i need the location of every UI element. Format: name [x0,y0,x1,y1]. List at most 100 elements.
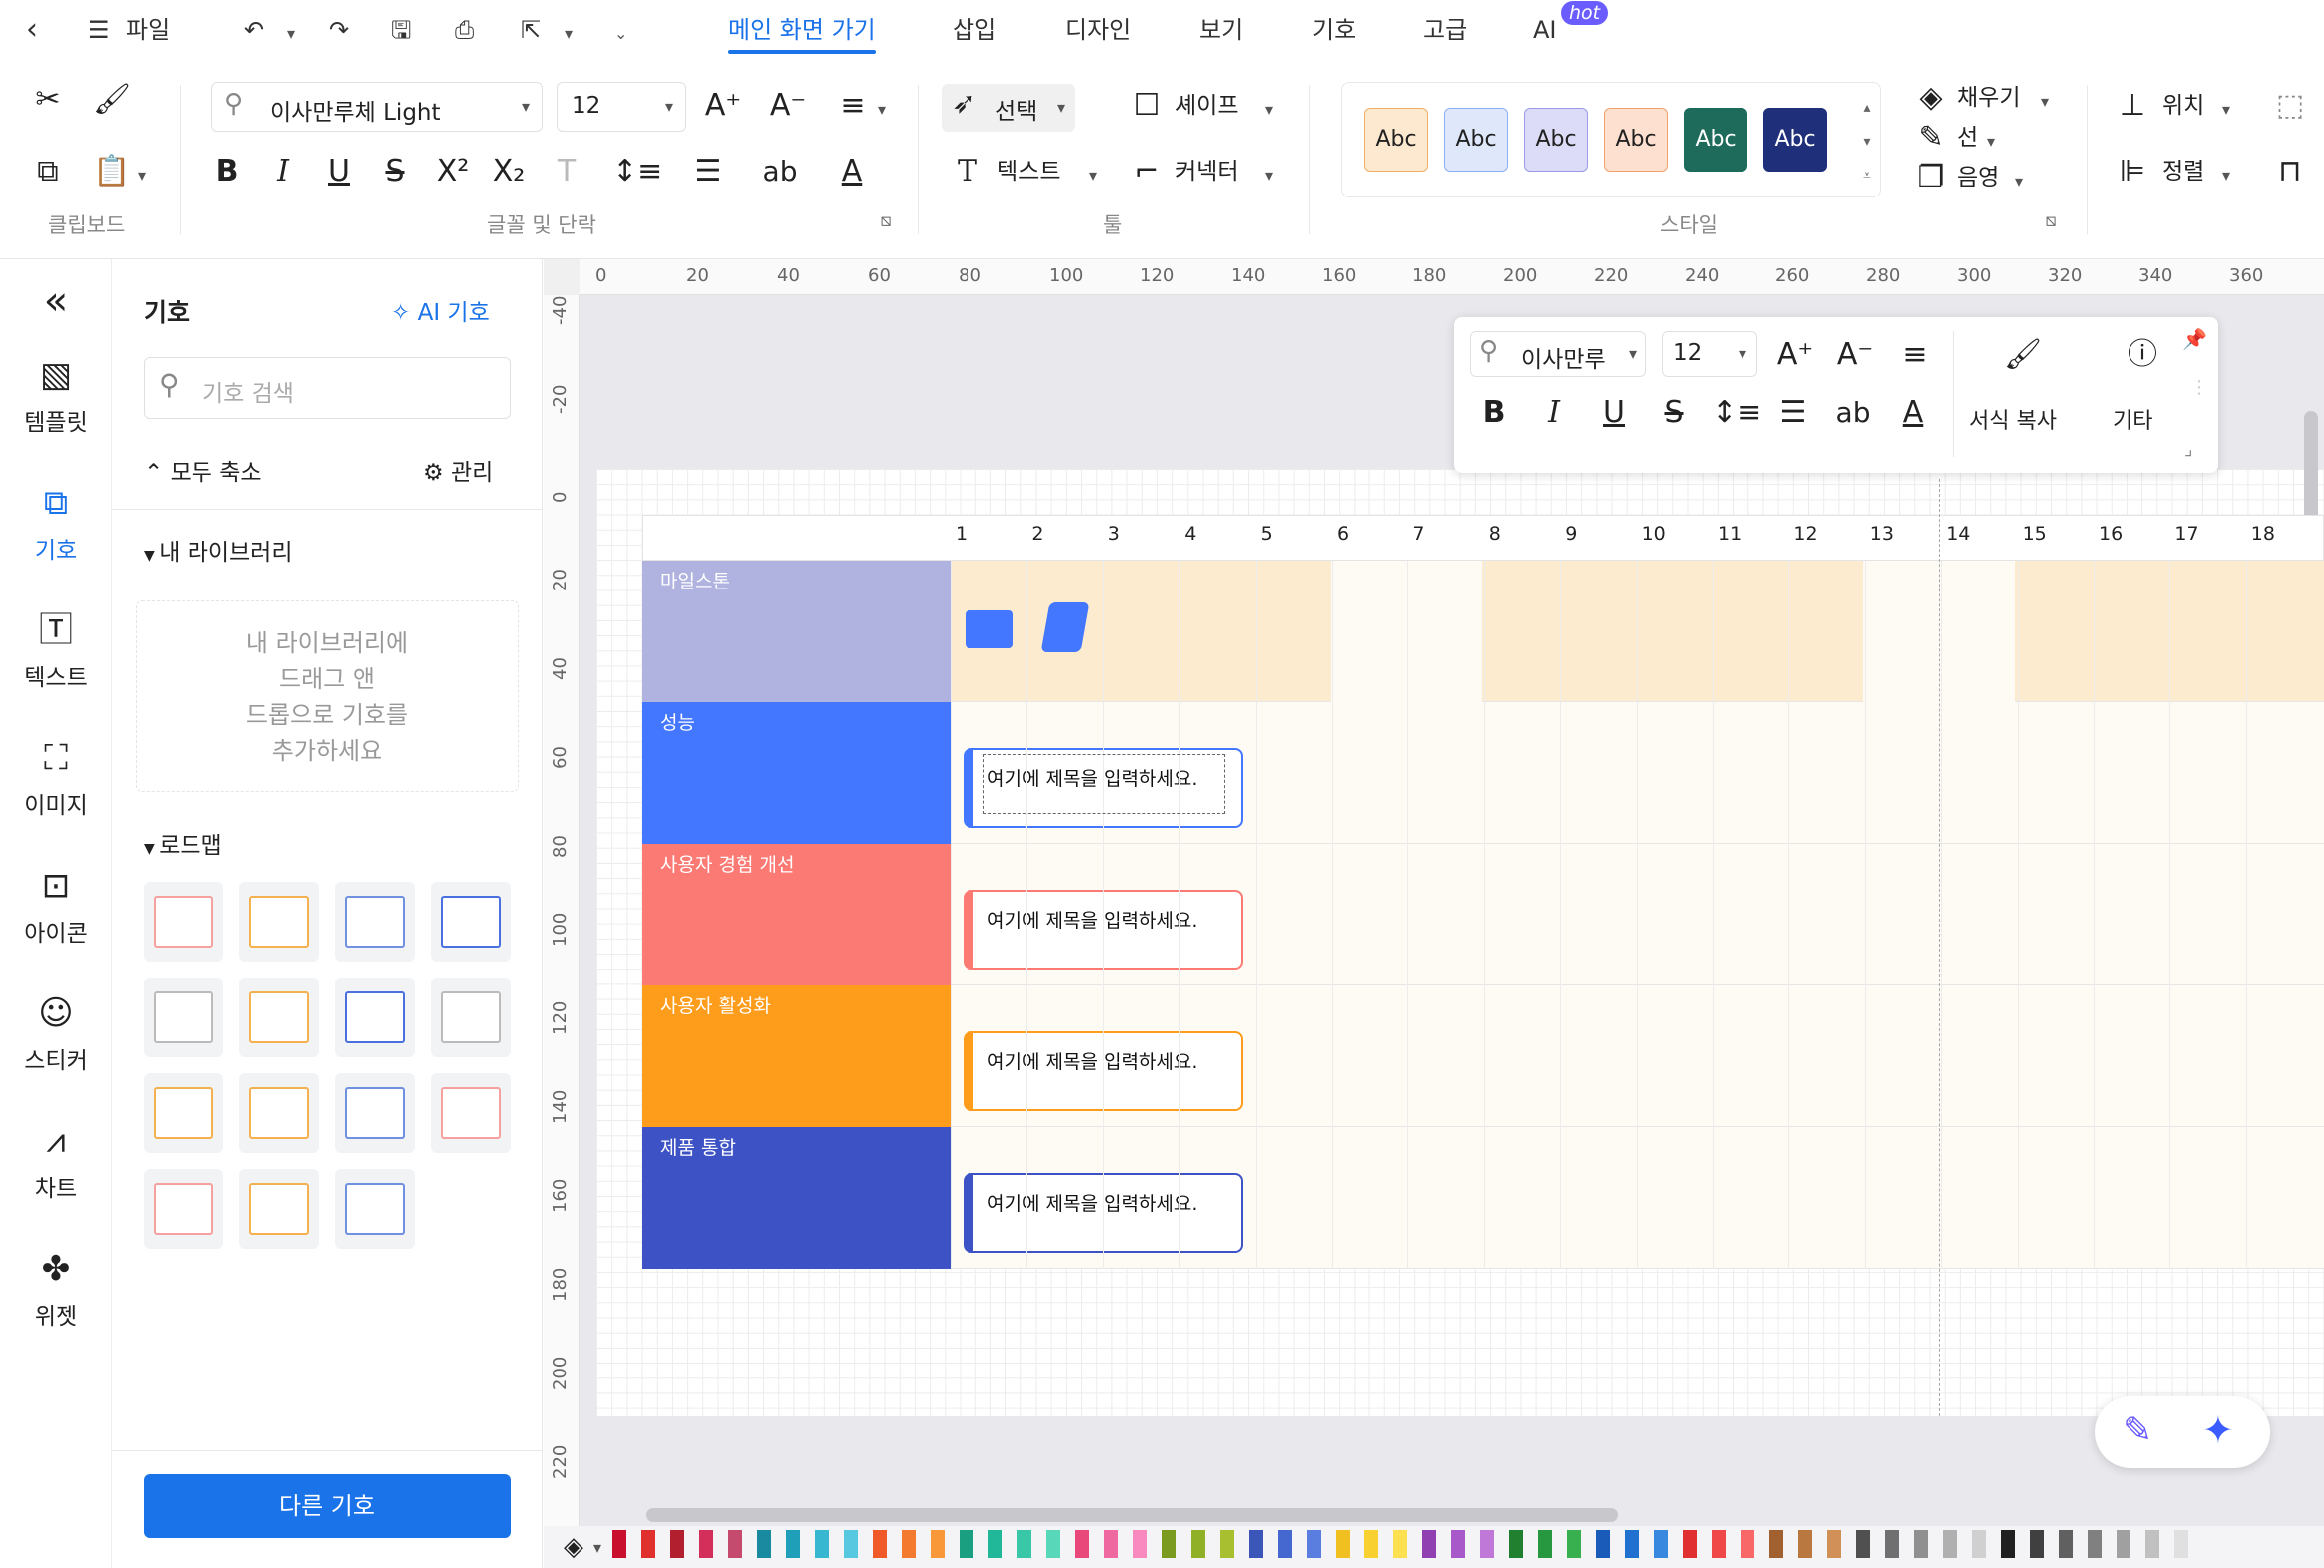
tab-home[interactable]: 메인 화면 가기 [728,10,876,54]
pin-icon[interactable]: 📌 [2182,327,2207,351]
format-painter-icon[interactable]: 🖌 [1993,335,2053,375]
roadmap-row-label[interactable]: 사용자 활성화 [642,985,951,1127]
symbol-search-input[interactable]: ⚲ 기호 검색 [144,357,511,419]
export-dropdown-icon[interactable]: ▾ [565,14,573,54]
color-swatch[interactable] [670,1530,684,1558]
connector-tool-label[interactable]: 커넥터 [1175,152,1238,192]
line-dropdown-icon[interactable]: ▾ [1981,122,2001,162]
roadmap-symbol-thumbnail[interactable] [335,1169,415,1249]
resize-icon[interactable]: ⌟ [2184,439,2192,460]
roadmap-row-label[interactable]: 성능 [642,702,951,844]
color-swatch[interactable] [1885,1530,1899,1558]
shadow-label[interactable]: 음영 [1957,158,1999,197]
undo-dropdown-icon[interactable]: ▾ [287,14,295,54]
bold-icon[interactable]: B [1472,393,1516,433]
color-swatch[interactable] [1104,1530,1118,1558]
horizontal-scrollbar[interactable] [646,1508,1618,1522]
color-swatch[interactable] [1162,1530,1176,1558]
roadmap-symbol-thumbnail[interactable] [239,882,319,962]
collapse-panel-icon[interactable]: « [0,279,112,323]
color-swatch[interactable] [2030,1530,2044,1558]
tab-symbol[interactable]: 기호 [1312,10,1356,50]
align-objects-dropdown-icon[interactable]: ▾ [2216,156,2236,196]
line-spacing-icon[interactable]: ↕≡ [1712,393,1761,433]
list-icon[interactable]: ☰ [1771,393,1815,433]
align-icon[interactable]: ≡ [1893,335,1937,375]
text-tool-label[interactable]: 텍스트 [997,152,1060,192]
paste-dropdown-icon[interactable]: ▾ [132,156,152,196]
font-grow-icon[interactable]: A⁺ [1773,335,1817,375]
roadmap-row-label[interactable]: 마일스톤 [642,561,951,702]
format-painter-label[interactable]: 서식 복사 [1969,403,2057,435]
strikethrough-icon[interactable]: S [375,152,415,192]
color-swatch[interactable] [1769,1530,1783,1558]
rail-item-text[interactable]: 🅃 텍스트 [0,608,112,692]
align-objects-icon[interactable]: ⊫ [2113,152,2152,192]
align-icon[interactable]: ≡ [833,86,873,126]
my-library-header[interactable]: ▼ 내 라이브러리 [144,533,293,567]
format-brush-icon[interactable]: 🖌 [92,80,132,120]
save-icon[interactable]: 🖫 [391,10,411,50]
print-icon[interactable]: ⎙ [455,10,474,50]
color-swatch[interactable] [873,1530,887,1558]
color-swatch[interactable] [1017,1530,1031,1558]
text-dropdown-icon[interactable]: ▾ [1083,156,1103,196]
color-swatch[interactable] [2174,1530,2188,1558]
color-swatch[interactable] [1220,1530,1234,1558]
rail-item-widgets[interactable]: ✤ 위젯 [0,1247,112,1331]
color-swatch[interactable] [902,1530,916,1558]
color-swatch[interactable] [1654,1530,1668,1558]
fill-bucket-icon[interactable]: ◈ [564,1532,583,1562]
style-swatch[interactable]: Abc [1684,108,1747,172]
tab-design[interactable]: 디자인 [1065,10,1131,50]
color-swatch[interactable] [1625,1530,1639,1558]
superscript-icon[interactable]: X² [431,152,475,192]
style-swatch[interactable]: Abc [1604,108,1668,172]
color-swatch[interactable] [2117,1530,2130,1558]
roadmap-symbol-thumbnail[interactable] [144,978,223,1057]
wallet-icon[interactable] [966,610,1013,648]
color-swatch[interactable] [757,1530,771,1558]
color-swatch[interactable] [1567,1530,1581,1558]
roadmap-symbol-thumbnail[interactable] [335,1073,415,1153]
color-swatch[interactable] [1191,1530,1205,1558]
shape-icon[interactable]: ☐ [1127,86,1167,126]
cut-icon[interactable]: ✂ [28,80,68,120]
color-swatch[interactable] [931,1530,945,1558]
color-swatch[interactable] [1249,1530,1263,1558]
color-swatch[interactable] [1422,1530,1436,1558]
roadmap-symbol-thumbnail[interactable] [144,882,223,962]
expand-gallery-icon[interactable]: ⩡ [1857,156,1877,196]
collapse-all-button[interactable]: ⌃ 모두 축소 [144,453,262,487]
color-swatch[interactable] [960,1530,973,1558]
style-swatch[interactable]: Abc [1524,108,1588,172]
color-swatch[interactable] [815,1530,829,1558]
group-icon[interactable]: ⬚ [2270,86,2310,126]
color-swatch[interactable] [2059,1530,2073,1558]
color-swatch[interactable] [1972,1530,1986,1558]
font-color-icon[interactable]: A [1891,393,1935,433]
color-swatch[interactable] [728,1530,742,1558]
roadmap-symbol-thumbnail[interactable] [431,882,511,962]
color-swatch[interactable] [844,1530,858,1558]
color-swatch[interactable] [988,1530,1002,1558]
export-icon[interactable]: ⇱ [521,10,541,50]
float-font-family-select[interactable]: ⚲ 이사만루 ▾ [1470,331,1646,377]
paste-icon[interactable]: 📋 [92,152,132,192]
align-dropdown-icon[interactable]: ▾ [872,90,892,130]
roadmap-row-label[interactable]: 사용자 경험 개선 [642,844,951,985]
strikethrough-icon[interactable]: S [1652,393,1696,433]
drag-handle-icon[interactable]: ⋮ [2190,377,2208,398]
color-swatch[interactable] [699,1530,713,1558]
roadmap-row-label[interactable]: 제품 통합 [642,1127,951,1269]
roadmap-symbol-thumbnail[interactable] [239,978,319,1057]
library-drop-zone[interactable]: 내 라이브러리에 드래그 앤 드롭으로 기호를 추가하세요 [136,600,519,792]
text-style-icon[interactable]: T [547,152,586,192]
italic-icon[interactable]: I [1532,393,1576,433]
shadow-icon[interactable]: ❐ [1911,158,1951,197]
font-size-select[interactable]: 12 ▾ [557,82,686,132]
color-swatch[interactable] [2001,1530,2015,1558]
position-dropdown-icon[interactable]: ▾ [2216,90,2236,130]
color-swatch[interactable] [1943,1530,1957,1558]
color-swatch[interactable] [612,1530,626,1558]
